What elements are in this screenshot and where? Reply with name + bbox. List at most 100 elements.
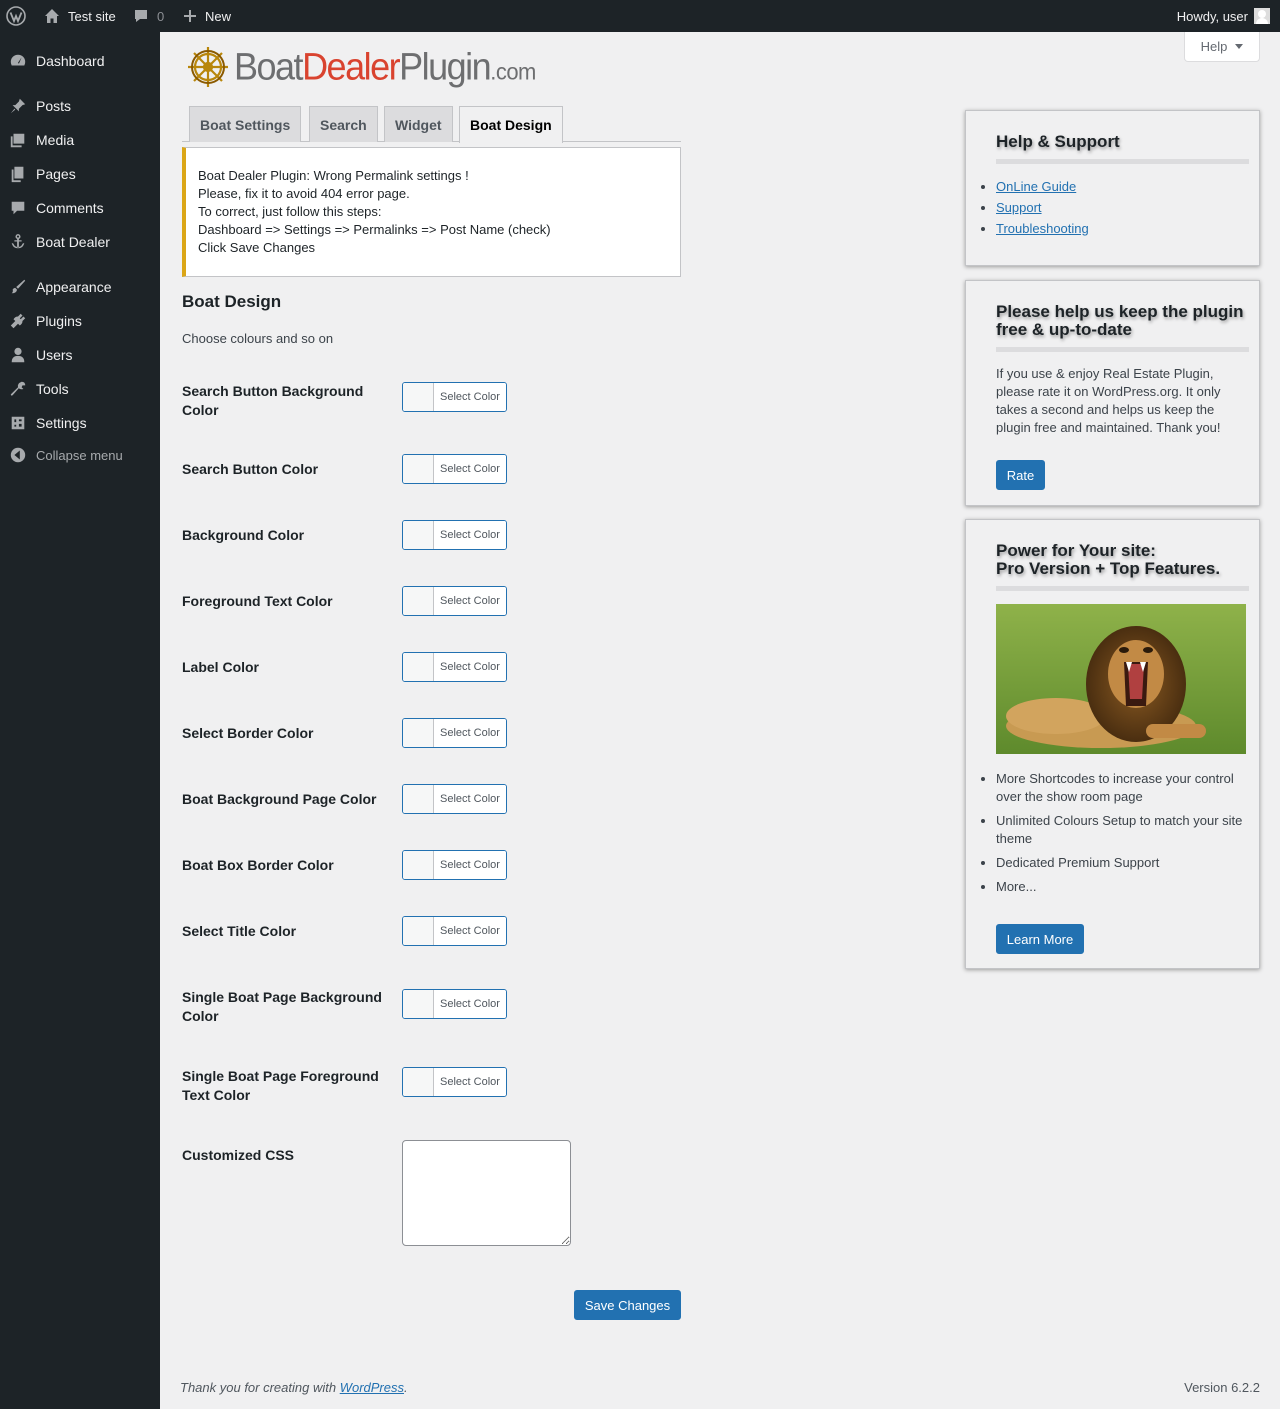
sidebar-item-label: Appearance: [36, 279, 112, 295]
notice-line: To correct, just follow this steps:: [198, 204, 382, 219]
learn-more-button[interactable]: Learn More: [996, 924, 1084, 954]
field-label: Foreground Text Color: [182, 593, 333, 609]
pro-version-panel: Power for Your site: Pro Version + Top F…: [965, 519, 1260, 969]
paintbrush-icon: [0, 278, 36, 296]
sidebar-item-comments[interactable]: Comments: [0, 191, 160, 225]
sidebar-item-boat-dealer[interactable]: Boat Dealer: [0, 225, 160, 259]
field-label: Label Color: [182, 659, 260, 675]
lion-image: [996, 604, 1246, 754]
howdy-text: Howdy, user: [1176, 8, 1248, 24]
sidebar-item-label: Plugins: [36, 313, 82, 329]
sidebar-item-dashboard[interactable]: Dashboard: [0, 44, 160, 78]
select-color-label: Select Color: [434, 719, 506, 747]
color-picker-button[interactable]: Select Color: [402, 850, 507, 880]
field-label: Search Button Background Color: [182, 383, 364, 418]
rate-text: If you use & enjoy Real Estate Plugin, p…: [996, 366, 1221, 435]
color-swatch: [403, 917, 434, 945]
sidebar-item-appearance[interactable]: Appearance: [0, 270, 160, 304]
color-picker-button[interactable]: Select Color: [402, 520, 507, 550]
comment-icon: [0, 199, 36, 217]
rate-button[interactable]: Rate: [996, 460, 1045, 490]
sidebar-item-label: Dashboard: [36, 53, 105, 69]
save-changes-button[interactable]: Save Changes: [574, 1290, 681, 1320]
color-swatch: [403, 455, 434, 483]
account-menu[interactable]: Howdy, user: [1177, 0, 1270, 32]
color-picker-button[interactable]: Select Color: [402, 989, 507, 1019]
tab-search[interactable]: Search: [309, 106, 378, 142]
custom-css-label: Customized CSS: [182, 1147, 295, 1163]
notice-line: Please, fix it to avoid 404 error page.: [198, 186, 410, 201]
color-swatch: [403, 521, 434, 549]
collapse-menu-button[interactable]: Collapse menu: [0, 438, 160, 472]
sidebar-item-settings[interactable]: Settings: [0, 406, 160, 440]
media-icon: [0, 131, 36, 149]
color-swatch: [403, 851, 434, 879]
color-picker-button[interactable]: Select Color: [402, 1067, 507, 1097]
color-picker-button[interactable]: Select Color: [402, 916, 507, 946]
notice-line: Click Save Changes: [198, 240, 316, 255]
field-label: Boat Box Border Color: [182, 857, 334, 873]
sidebar-item-label: Users: [36, 347, 73, 363]
wordpress-logo-icon[interactable]: [6, 0, 28, 32]
color-swatch: [403, 785, 434, 813]
color-picker-button[interactable]: Select Color: [402, 382, 507, 412]
help-tab-label: Help: [1200, 39, 1228, 54]
select-color-label: Select Color: [434, 1068, 506, 1096]
home-icon: [45, 9, 59, 23]
field-label: Single Boat Page Foreground Text Color: [182, 1068, 379, 1103]
color-picker-button[interactable]: Select Color: [402, 652, 507, 682]
anchor-icon: [0, 233, 36, 251]
user-icon: [0, 346, 36, 364]
select-color-label: Select Color: [434, 587, 506, 615]
collapse-icon: [0, 446, 36, 464]
comments-count: 0: [157, 8, 165, 24]
site-name-link[interactable]: Test site: [44, 0, 116, 32]
sidebar-item-pages[interactable]: Pages: [0, 157, 160, 191]
pages-icon: [0, 165, 36, 183]
ship-wheel-icon: [188, 47, 228, 87]
tab-boat-settings[interactable]: Boat Settings: [189, 106, 302, 142]
pin-icon: [0, 97, 36, 115]
notice-line: Boat Dealer Plugin: Wrong Permalink sett…: [198, 168, 469, 183]
new-label: New: [205, 8, 232, 24]
comments-link[interactable]: 0: [133, 0, 164, 32]
color-swatch: [403, 719, 434, 747]
pro-features-list: More Shortcodes to increase your control…: [996, 770, 1251, 896]
color-picker-button[interactable]: Select Color: [402, 454, 507, 484]
sidebar-item-users[interactable]: Users: [0, 338, 160, 372]
troubleshooting-link[interactable]: Troubleshooting: [996, 221, 1089, 236]
color-picker-button[interactable]: Select Color: [402, 586, 507, 616]
avatar: [1254, 8, 1270, 24]
panel-title: Help & Support: [996, 133, 1249, 164]
tab-boat-design[interactable]: Boat Design: [459, 106, 563, 143]
sidebar-item-label: Boat Dealer: [36, 234, 110, 250]
help-tab-button[interactable]: Help: [1184, 32, 1260, 62]
field-label: Select Title Color: [182, 923, 297, 939]
wordpress-link[interactable]: WordPress: [340, 1380, 404, 1395]
support-link[interactable]: Support: [996, 200, 1042, 215]
footer-thanks-text: Thank you for creating with: [180, 1380, 340, 1395]
sidebar-item-plugins[interactable]: Plugins: [0, 304, 160, 338]
nav-tabs: Boat Settings Search Widget Boat Design: [182, 106, 681, 143]
color-swatch: [403, 587, 434, 615]
online-guide-link[interactable]: OnLine Guide: [996, 179, 1076, 194]
admin-sidebar: Dashboard Posts Media Pages Comments Boa…: [0, 32, 160, 1409]
sidebar-item-posts[interactable]: Posts: [0, 89, 160, 123]
wrench-icon: [0, 380, 36, 398]
admin-bar: Test site 0 New Howdy, user: [0, 0, 1280, 32]
field-label: Boat Background Page Color: [182, 791, 377, 807]
sidebar-item-tools[interactable]: Tools: [0, 372, 160, 406]
color-picker-button[interactable]: Select Color: [402, 718, 507, 748]
select-color-label: Select Color: [434, 785, 506, 813]
sidebar-item-media[interactable]: Media: [0, 123, 160, 157]
sidebar-item-label: Tools: [36, 381, 69, 397]
footer-version: Version 6.2.2: [1184, 1380, 1260, 1395]
tab-widget[interactable]: Widget: [384, 106, 453, 142]
site-name: Test site: [68, 8, 116, 24]
new-content-link[interactable]: New: [183, 0, 231, 32]
color-picker-button[interactable]: Select Color: [402, 784, 507, 814]
color-swatch: [403, 990, 434, 1018]
sidebar-item-label: Settings: [36, 415, 87, 431]
panel-title: Please help us keep the plugin free & up…: [996, 303, 1249, 352]
custom-css-textarea[interactable]: [402, 1140, 571, 1246]
